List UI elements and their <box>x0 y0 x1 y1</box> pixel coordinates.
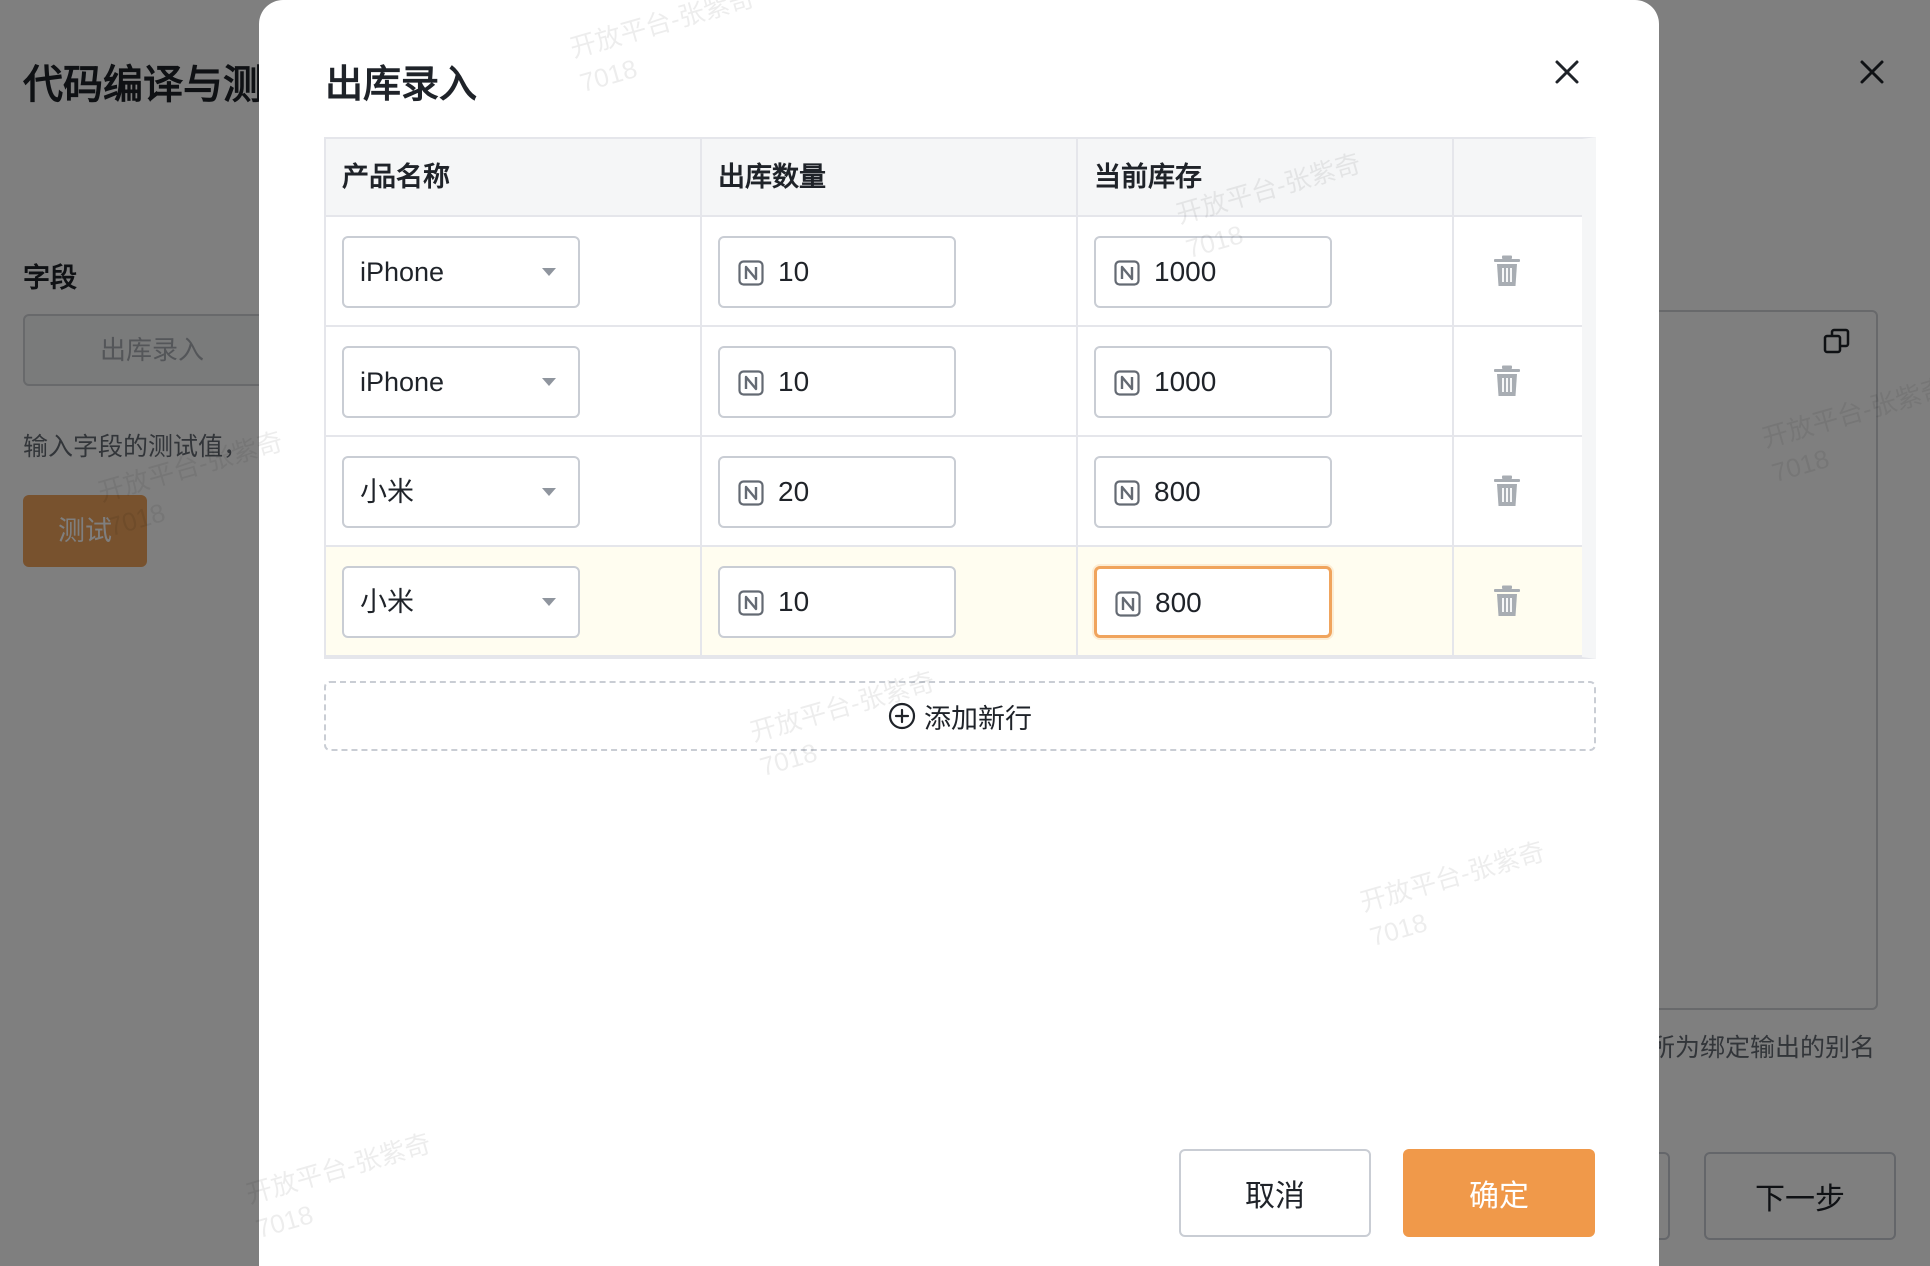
number-type-icon <box>738 260 764 286</box>
quantity-input[interactable]: 20 <box>718 456 956 528</box>
plus-circle-icon <box>888 702 916 730</box>
table-row: 小米 10 800 <box>326 547 1582 657</box>
column-header-stock: 当前库存 <box>1078 139 1454 215</box>
confirm-button[interactable]: 确定 <box>1403 1149 1595 1237</box>
product-select[interactable]: iPhone <box>342 236 580 308</box>
caret-down-icon <box>542 268 556 276</box>
product-select-value: 小米 <box>360 477 414 507</box>
quantity-input[interactable]: 10 <box>718 236 956 308</box>
stock-value: 800 <box>1155 587 1202 618</box>
column-header-actions <box>1454 139 1582 215</box>
trash-icon[interactable] <box>1492 475 1522 507</box>
quantity-value: 10 <box>778 366 810 397</box>
table-row: iPhone 10 1000 <box>326 327 1582 437</box>
product-select[interactable]: 小米 <box>342 456 580 528</box>
caret-down-icon <box>542 488 556 496</box>
trash-icon[interactable] <box>1492 585 1522 617</box>
table-header: 产品名称 出库数量 当前库存 <box>326 139 1582 217</box>
quantity-value: 10 <box>778 586 810 617</box>
quantity-input[interactable]: 10 <box>718 566 956 638</box>
table-row: iPhone 10 1000 <box>326 217 1582 327</box>
add-row-button[interactable]: 添加新行 <box>324 681 1596 751</box>
number-type-icon <box>738 480 764 506</box>
stock-input[interactable]: 1000 <box>1094 346 1332 418</box>
trash-icon[interactable] <box>1492 255 1522 287</box>
product-select-value: iPhone <box>360 257 445 287</box>
stock-value: 800 <box>1154 476 1201 507</box>
number-type-icon <box>1114 260 1140 286</box>
quantity-input[interactable]: 10 <box>718 346 956 418</box>
outbound-table: 产品名称 出库数量 当前库存 iPhone 10 1000 iPhone 10 … <box>324 137 1596 659</box>
column-header-quantity: 出库数量 <box>702 139 1078 215</box>
stock-value: 1000 <box>1154 256 1217 287</box>
add-row-label: 添加新行 <box>924 703 1032 734</box>
cancel-button[interactable]: 取消 <box>1179 1149 1371 1237</box>
close-icon[interactable] <box>1547 52 1587 92</box>
number-type-icon <box>738 590 764 616</box>
quantity-value: 10 <box>778 256 810 287</box>
table-row: 小米 20 800 <box>326 437 1582 547</box>
number-type-icon <box>1115 591 1141 617</box>
column-header-product: 产品名称 <box>326 139 702 215</box>
caret-down-icon <box>542 378 556 386</box>
stock-input[interactable]: 800 <box>1094 566 1332 638</box>
stock-value: 1000 <box>1154 366 1217 397</box>
caret-down-icon <box>542 598 556 606</box>
stock-input[interactable]: 800 <box>1094 456 1332 528</box>
product-select[interactable]: 小米 <box>342 566 580 638</box>
outbound-entry-dialog: 出库录入 产品名称 出库数量 当前库存 iPhone 10 1000 iPhon… <box>259 0 1659 1266</box>
product-select-value: 小米 <box>360 587 414 617</box>
product-select[interactable]: iPhone <box>342 346 580 418</box>
quantity-value: 20 <box>778 476 810 507</box>
stock-input[interactable]: 1000 <box>1094 236 1332 308</box>
number-type-icon <box>1114 480 1140 506</box>
number-type-icon <box>738 370 764 396</box>
product-select-value: iPhone <box>360 367 445 397</box>
dialog-title: 出库录入 <box>325 64 478 106</box>
trash-icon[interactable] <box>1492 365 1522 397</box>
number-type-icon <box>1114 370 1140 396</box>
